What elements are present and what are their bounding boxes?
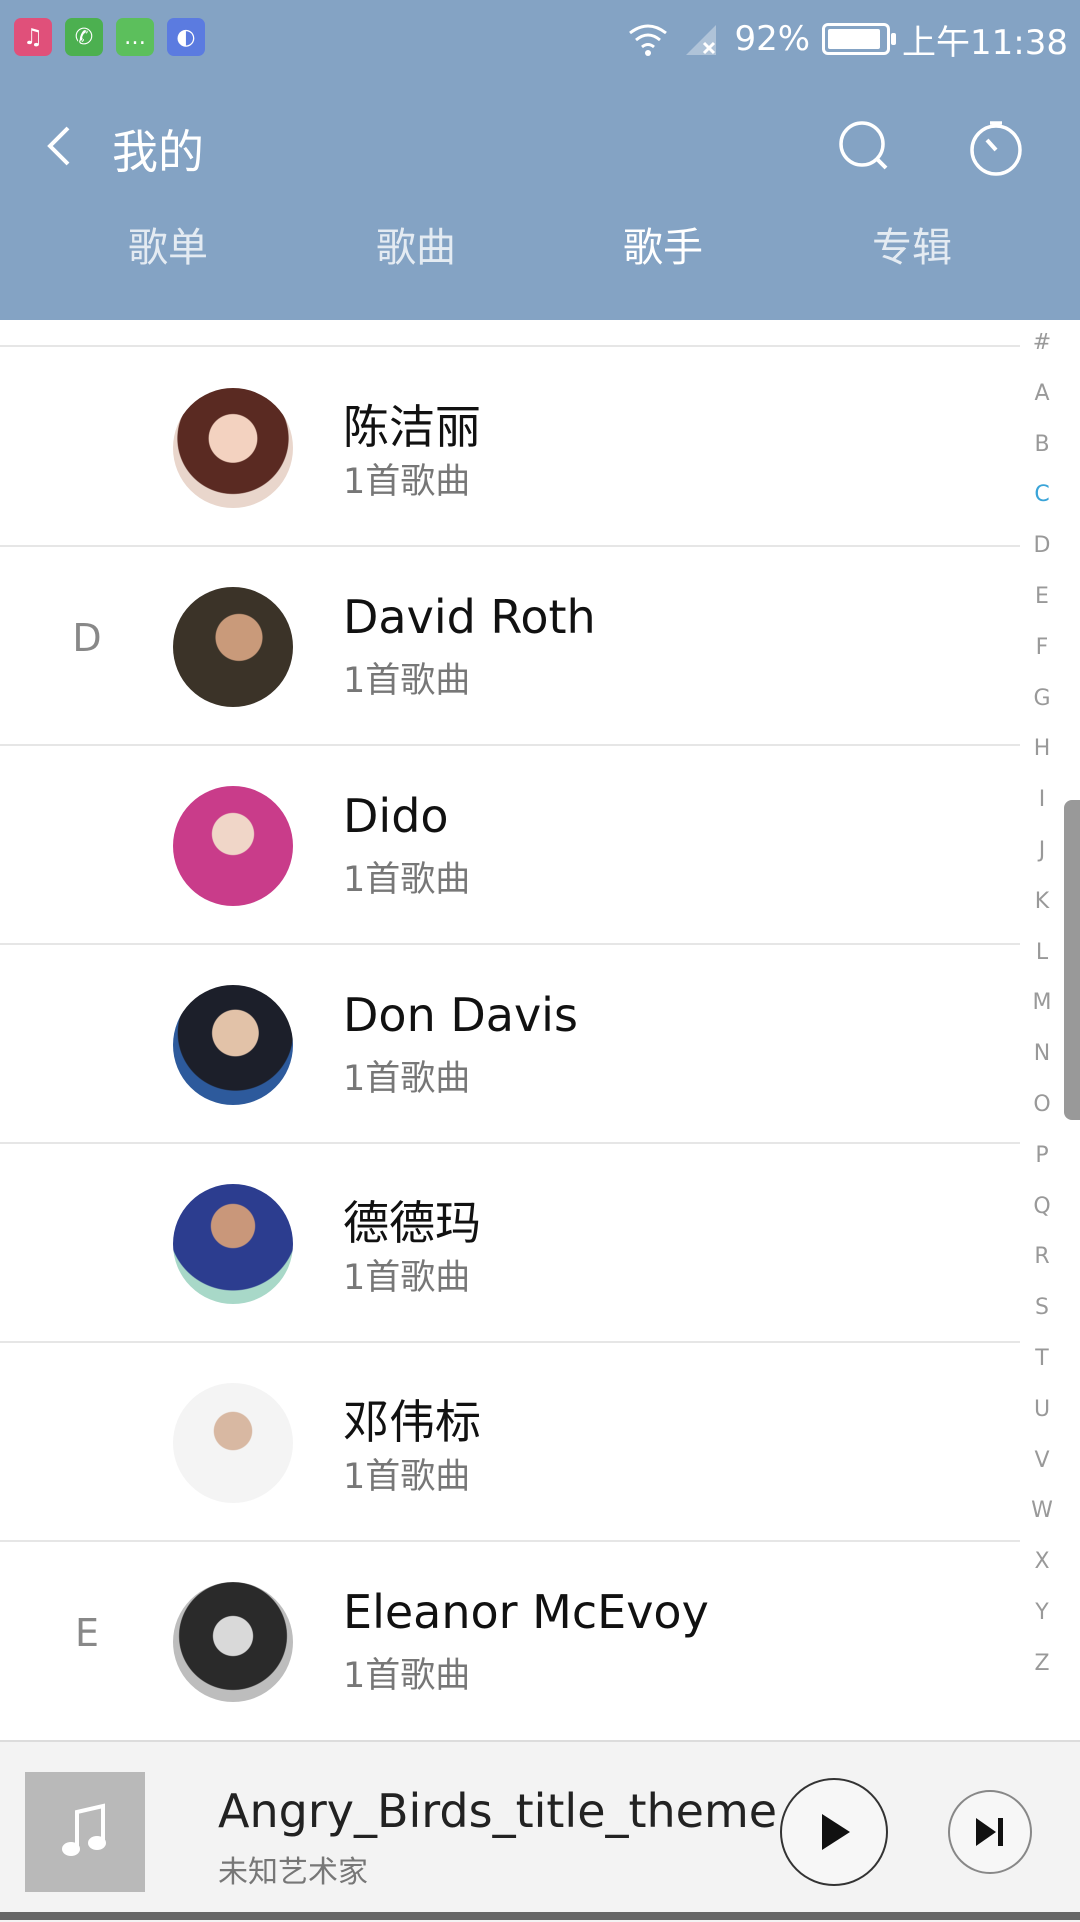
artist-song-count: 1首歌曲 (343, 860, 471, 900)
battery-icon (822, 23, 897, 55)
artist-row[interactable]: 邓伟标 1首歌曲 (0, 1342, 1020, 1542)
artist-avatar (173, 1582, 293, 1702)
index-letter-y[interactable]: Y (1020, 1600, 1064, 1625)
index-letter-g[interactable]: G (1020, 686, 1064, 711)
index-letter-r[interactable]: R (1020, 1244, 1064, 1269)
nav-bar-strip (0, 1912, 1080, 1920)
index-letter-t[interactable]: T (1020, 1346, 1064, 1371)
clock: 上午11:38 (902, 22, 1068, 63)
music-note-icon (62, 1803, 106, 1856)
message-icon: … (116, 18, 154, 56)
index-letter-m[interactable]: M (1020, 990, 1064, 1015)
index-letter-e[interactable]: E (1020, 584, 1064, 609)
artist-row[interactable]: D David Roth 1首歌曲 (0, 546, 1020, 746)
index-letter: E (74, 1611, 99, 1655)
tab-bar: 歌单 歌曲 歌手 专辑 (0, 215, 1080, 275)
battery-percent: 92% (734, 19, 811, 59)
index-letter-v[interactable]: V (1020, 1448, 1064, 1473)
artist-avatar (173, 1184, 293, 1304)
index-letter-hash[interactable]: # (1020, 330, 1064, 355)
artist-avatar (173, 786, 293, 906)
track-artist: 未知艺术家 (218, 1855, 368, 1890)
index-letter-c[interactable]: C (1020, 482, 1064, 507)
index-letter-d[interactable]: D (1020, 533, 1064, 558)
index-letter: D (72, 616, 102, 660)
artist-song-count: 1首歌曲 (343, 462, 471, 502)
phone-icon: ✆ (65, 18, 103, 56)
index-letter-p[interactable]: P (1020, 1143, 1064, 1168)
index-letter-o[interactable]: O (1020, 1092, 1064, 1117)
artist-name: Don Davis (343, 988, 578, 1042)
artist-row[interactable]: E Eleanor McEvoy 1首歌曲 (0, 1541, 1020, 1739)
app-bar: ♫ ✆ … ◐ 92% 上午11:38 我的 歌单 歌曲 歌手 专辑 (0, 0, 1080, 320)
next-button[interactable] (948, 1790, 1032, 1874)
index-letter-n[interactable]: N (1020, 1041, 1064, 1066)
index-letter-i[interactable]: I (1020, 787, 1064, 812)
page-title: 我的 (112, 125, 204, 179)
index-letter-j[interactable]: J (1020, 838, 1064, 863)
music-app-icon: ♫ (14, 18, 52, 56)
timer-icon[interactable] (966, 118, 1026, 178)
artist-row[interactable]: Dido 1首歌曲 (0, 745, 1020, 945)
artist-name: 邓伟标 (343, 1395, 481, 1449)
artist-song-count: 1首歌曲 (343, 1656, 471, 1696)
artist-name: Dido (343, 789, 449, 843)
artist-song-count: 1首歌曲 (343, 1059, 471, 1099)
artist-song-count: 1首歌曲 (343, 1258, 471, 1298)
mini-player[interactable]: Angry_Birds_title_theme 未知艺术家 (0, 1740, 1080, 1922)
index-letter-w[interactable]: W (1020, 1498, 1064, 1523)
index-letter-k[interactable]: K (1020, 889, 1064, 914)
index-letter-h[interactable]: H (1020, 736, 1064, 761)
artist-song-count: 1首歌曲 (343, 661, 471, 701)
artist-avatar (173, 985, 293, 1105)
play-button[interactable] (780, 1778, 888, 1886)
index-letter-x[interactable]: X (1020, 1549, 1064, 1574)
artist-row[interactable]: 陈洁丽 1首歌曲 (0, 347, 1020, 547)
index-letter-b[interactable]: B (1020, 432, 1064, 457)
status-right: 92% 上午11:38 (626, 14, 1068, 64)
tab-artists[interactable]: 歌手 (583, 215, 743, 273)
artist-avatar (173, 388, 293, 508)
artist-row[interactable]: Don Davis 1首歌曲 (0, 944, 1020, 1144)
artist-avatar (173, 587, 293, 707)
tab-songs[interactable]: 歌曲 (336, 215, 496, 273)
play-icon (822, 1814, 850, 1850)
wifi-icon (629, 24, 668, 56)
index-letter-f[interactable]: F (1020, 635, 1064, 660)
track-title: Angry_Birds_title_theme (218, 1784, 778, 1838)
index-letter-s[interactable]: S (1020, 1295, 1064, 1320)
artist-name: David Roth (343, 590, 596, 644)
index-letter-q[interactable]: Q (1020, 1194, 1064, 1219)
artist-name: 陈洁丽 (343, 400, 481, 454)
album-cover (25, 1772, 145, 1892)
index-letter-z[interactable]: Z (1020, 1651, 1064, 1676)
skip-next-icon (976, 1818, 1003, 1846)
artist-song-count: 1首歌曲 (343, 1457, 471, 1497)
battery-fill (828, 29, 880, 49)
back-arrow-icon[interactable] (38, 118, 78, 174)
tab-playlists[interactable]: 歌单 (88, 215, 248, 273)
artist-name: 德德玛 (343, 1196, 481, 1250)
tab-albums[interactable]: 专辑 (832, 215, 992, 273)
index-letter-l[interactable]: L (1020, 940, 1064, 965)
scroll-handle[interactable] (1064, 800, 1080, 1120)
status-bar: ♫ ✆ … ◐ 92% 上午11:38 (0, 0, 1080, 78)
index-letter-u[interactable]: U (1020, 1397, 1064, 1422)
search-icon[interactable] (836, 118, 892, 174)
artist-avatar (173, 1383, 293, 1503)
no-signal-icon (686, 25, 717, 55)
index-letter-a[interactable]: A (1020, 381, 1064, 406)
artist-row[interactable]: 德德玛 1首歌曲 (0, 1143, 1020, 1343)
artist-name: Eleanor McEvoy (343, 1585, 709, 1639)
browser-icon: ◐ (167, 18, 205, 56)
